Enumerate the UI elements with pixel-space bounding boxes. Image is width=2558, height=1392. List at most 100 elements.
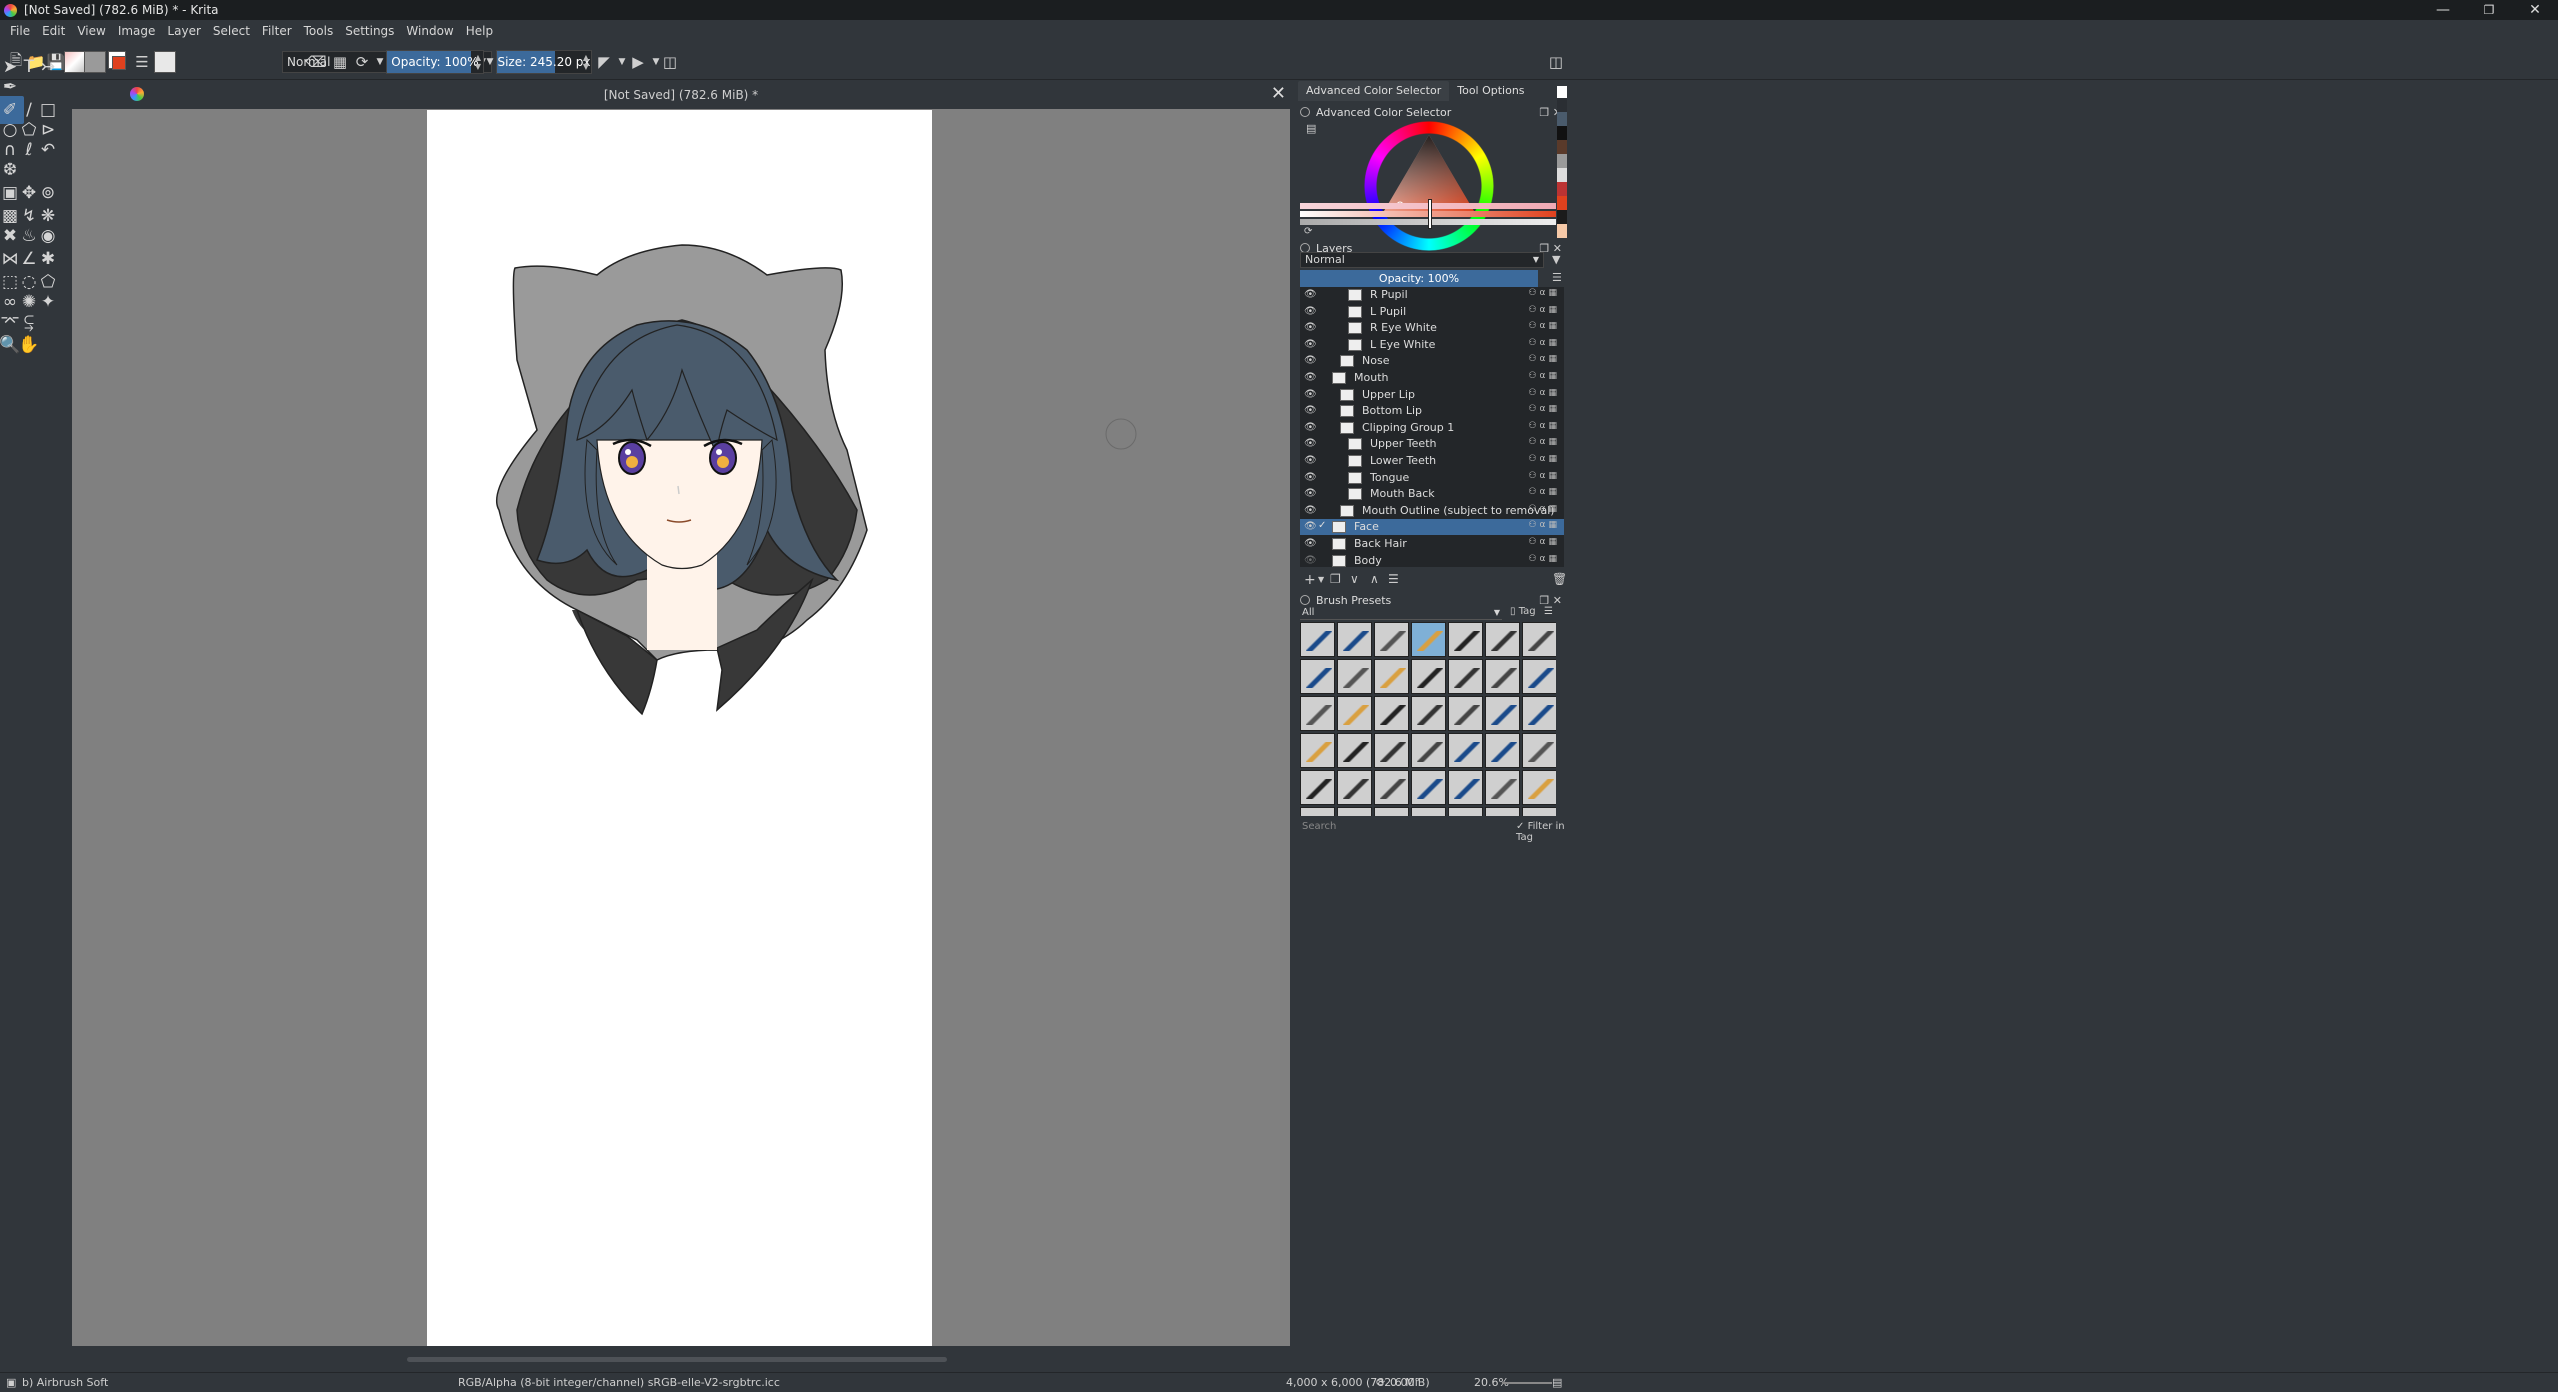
brush-preset-tile[interactable] [1448, 696, 1483, 731]
layer-row[interactable]: 👁 Upper Teeth ⚇α▦ [1300, 436, 1564, 452]
brush-preset-tile[interactable] [1411, 733, 1446, 768]
menu-filter[interactable]: Filter [256, 24, 298, 38]
layer-property-icons[interactable]: ⚇α▦ [1528, 321, 1560, 331]
brush-preset-tile[interactable] [1522, 696, 1556, 731]
layer-property-icons[interactable]: ⚇α▦ [1528, 421, 1560, 431]
duplicate-layer-icon[interactable]: ❐ [1330, 572, 1341, 586]
add-layer-icon[interactable]: + [1304, 572, 1316, 588]
brush-presets-lock-icon[interactable] [1300, 595, 1310, 605]
brush-preset-tile[interactable] [1411, 622, 1446, 657]
wrap-around-icon[interactable]: ◫ [660, 52, 680, 72]
menu-select[interactable]: Select [207, 24, 256, 38]
layer-visibility-icon[interactable]: 👁 [1304, 505, 1317, 516]
layer-options-icon[interactable]: ☰ [1552, 271, 1562, 284]
brush-preset-grid[interactable] [1300, 622, 1556, 816]
preserve-alpha-icon[interactable]: ▦ [330, 52, 350, 72]
status-menu-icon[interactable]: ▤ [1552, 1376, 1562, 1389]
layer-row[interactable]: 👁 L Eye White ⚇α▦ [1300, 337, 1564, 353]
color-reset-icon[interactable]: ⟳ [1304, 226, 1312, 237]
brush-preset-tile[interactable] [1300, 696, 1335, 731]
layer-row[interactable]: 👁 R Pupil ⚇α▦ [1300, 287, 1564, 303]
layer-visibility-icon[interactable]: 👁 [1304, 339, 1317, 350]
horizontal-scrollbar[interactable] [72, 1346, 1290, 1372]
layer-properties-icon[interactable]: ☰ [1388, 572, 1399, 586]
brush-filter-select[interactable]: All ▼ [1300, 606, 1502, 620]
dynamic-brush-tool-icon[interactable]: ↶ [34, 136, 62, 164]
brush-preset-swatch[interactable] [154, 51, 176, 73]
canvas-area[interactable]: [Not Saved] (782.6 MiB) * ✕ [72, 81, 1290, 1372]
panel-lock-icon[interactable] [1300, 107, 1310, 117]
layer-visibility-icon[interactable]: 👁 [1304, 438, 1317, 449]
layer-property-icons[interactable]: ⚇α▦ [1528, 520, 1560, 530]
mirror-vertical-icon[interactable]: ▶ [628, 52, 648, 72]
layer-property-icons[interactable]: ⚇α▦ [1528, 354, 1560, 364]
layer-property-icons[interactable]: ⚇α▦ [1528, 454, 1560, 464]
brush-preset-tile[interactable] [1337, 622, 1372, 657]
menu-file[interactable]: File [4, 24, 36, 38]
layer-property-icons[interactable]: ⚇α▦ [1528, 471, 1560, 481]
minimize-button[interactable]: — [2420, 0, 2466, 20]
layer-visibility-icon[interactable]: 👁 [1304, 405, 1317, 416]
brush-preset-tile[interactable] [1522, 659, 1556, 694]
brush-preset-tile[interactable] [1300, 733, 1335, 768]
brush-preset-tile[interactable] [1300, 622, 1335, 657]
menu-layer[interactable]: Layer [161, 24, 206, 38]
brush-preset-tile[interactable] [1374, 696, 1409, 731]
layer-row[interactable]: 👁 Mouth Outline (subject to removal) ⚇α▦ [1300, 503, 1564, 519]
layer-visibility-icon[interactable]: 👁 [1304, 472, 1317, 483]
layer-property-icons[interactable]: ⚇α▦ [1528, 554, 1560, 564]
menu-image[interactable]: Image [112, 24, 162, 38]
layer-property-icons[interactable]: ⚇α▦ [1528, 371, 1560, 381]
add-layer-dropdown-icon[interactable]: ▼ [1318, 575, 1324, 584]
layer-property-icons[interactable]: ⚇α▦ [1528, 404, 1560, 414]
layer-row[interactable]: 👁 L Pupil ⚇α▦ [1300, 304, 1564, 320]
brush-preset-tile[interactable] [1485, 733, 1520, 768]
eraser-mode-icon[interactable]: ⌫ [305, 52, 326, 72]
brush-preset-tile[interactable] [1522, 733, 1556, 768]
brush-preset-tile[interactable] [1485, 622, 1520, 657]
move-layer-down-icon[interactable]: ∨ [1350, 572, 1359, 586]
layer-visibility-icon[interactable]: 👁 [1304, 455, 1317, 466]
horizontal-scroll-thumb[interactable] [407, 1357, 947, 1362]
close-window-button[interactable]: ✕ [2512, 0, 2558, 20]
menu-edit[interactable]: Edit [36, 24, 71, 38]
layer-property-icons[interactable]: ⚇α▦ [1528, 437, 1560, 447]
layer-row[interactable]: 👁 Back Hair ⚇α▦ [1300, 536, 1564, 552]
brush-preset-tile[interactable] [1485, 696, 1520, 731]
size-spin-icon[interactable]: ▲ ▼ [583, 53, 589, 71]
delete-layer-icon[interactable]: 🗑 [1552, 572, 1567, 586]
brush-preset-tile[interactable] [1448, 733, 1483, 768]
layer-row[interactable]: 👁 Nose ⚇α▦ [1300, 353, 1564, 369]
layer-opacity-slider[interactable]: Opacity: 100% [1300, 270, 1538, 287]
layer-filter-icon[interactable]: ▼ [1552, 253, 1560, 266]
layer-selected-check-icon[interactable]: ✓ [1318, 520, 1326, 531]
layer-property-icons[interactable]: ⚇α▦ [1528, 504, 1560, 514]
zoom-slider[interactable] [1502, 1382, 1552, 1384]
gradient-swatch[interactable] [64, 51, 86, 73]
brush-preset-tile[interactable] [1300, 659, 1335, 694]
layer-row[interactable]: 👁 Upper Lip ⚇α▦ [1300, 387, 1564, 403]
layer-visibility-icon[interactable]: 👁 [1304, 372, 1317, 383]
brush-preset-tile[interactable] [1485, 659, 1520, 694]
brush-preset-tile[interactable] [1337, 659, 1372, 694]
brush-preset-tile[interactable] [1411, 696, 1446, 731]
foreground-color-swatch[interactable] [112, 56, 126, 70]
brush-preset-tile[interactable] [1448, 622, 1483, 657]
layer-visibility-icon[interactable]: 👁 [1304, 289, 1317, 300]
layer-row[interactable]: 👁 Mouth Back ⚇α▦ [1300, 486, 1564, 502]
edit-brush-settings-icon[interactable]: ☰ [132, 52, 152, 72]
layer-row[interactable]: 👁 Bottom Lip ⚇α▦ [1300, 403, 1564, 419]
layer-property-icons[interactable]: ⚇α▦ [1528, 338, 1560, 348]
size-slider[interactable]: Size: 245.20 px ▲ ▼ [496, 50, 592, 74]
layer-row[interactable]: 👁 Tongue ⚇α▦ [1300, 470, 1564, 486]
pattern-swatch[interactable] [84, 51, 106, 73]
layer-visibility-icon[interactable]: 👁 [1304, 555, 1317, 566]
brush-preset-tile[interactable] [1374, 733, 1409, 768]
brush-preset-tile[interactable] [1522, 622, 1556, 657]
move-layer-up-icon[interactable]: ∧ [1370, 572, 1379, 586]
vertical-scrollbar[interactable] [1290, 110, 1298, 1335]
brush-preset-tile[interactable] [1448, 770, 1483, 805]
brush-preset-tile[interactable] [1300, 770, 1335, 805]
brush-preset-tile[interactable] [1411, 659, 1446, 694]
brush-preset-tile[interactable] [1337, 770, 1372, 805]
